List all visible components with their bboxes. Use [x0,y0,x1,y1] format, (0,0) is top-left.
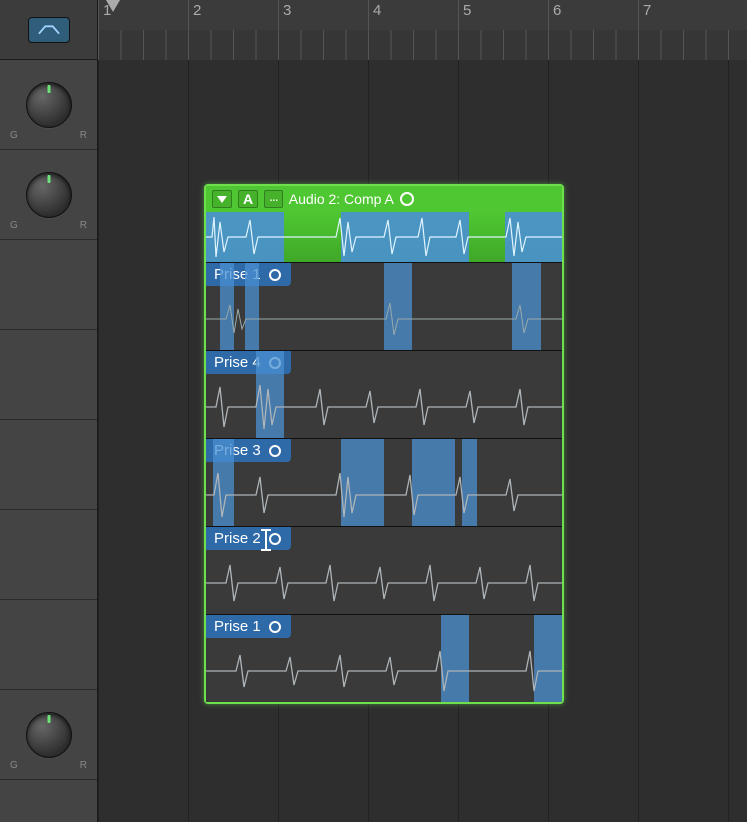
waveform-icon [206,555,562,611]
take-lane[interactable]: Prise 4 [206,350,562,438]
take-lane[interactable]: Prise 1 [206,614,562,702]
take-label[interactable]: Prise 2 [206,527,291,550]
take-name: Prise 2 [214,530,261,547]
region-title: Audio 2: Comp A [289,191,394,207]
waveform-icon [206,379,562,435]
comp-select-button[interactable]: A [238,190,258,208]
loop-icon[interactable] [269,269,281,281]
track-slot[interactable] [0,240,97,330]
loop-icon[interactable] [269,533,281,545]
region-header[interactable]: A ∙∙∙ Audio 2: Comp A [206,186,562,212]
track-slot[interactable] [0,330,97,420]
track-slot[interactable]: G R [0,150,97,240]
dots-icon: ∙∙∙ [269,191,278,207]
ruler-number: 5 [458,0,548,30]
knob-label-right: R [80,760,87,771]
disclosure-triangle-button[interactable] [212,190,232,208]
timeline-ruler[interactable]: 1 2 3 4 5 6 7 [98,0,747,60]
waveform-icon [206,467,562,523]
take-name: Prise 1 [214,618,261,635]
take-lane[interactable]: Prise 2 [206,526,562,614]
knob-label-left: G [10,760,18,771]
gutter-top-cell [0,0,97,60]
ruler-bar-numbers: 1 2 3 4 5 6 7 [98,0,747,30]
ruler-number: 6 [548,0,638,30]
take-lane[interactable]: Prise 3 [206,438,562,526]
take-label[interactable]: Prise 1 [206,615,291,638]
knob-label-left: G [10,130,18,141]
take-name: Prise 4 [214,354,261,371]
arrange-area[interactable]: A ∙∙∙ Audio 2: Comp A Prise 1 [98,60,747,822]
ruler-number: 1 [98,0,188,30]
pan-knob[interactable] [26,82,72,128]
ruler-number: 4 [368,0,458,30]
waveform-icon [206,212,562,262]
pan-knob[interactable] [26,172,72,218]
track-slot[interactable] [0,600,97,690]
loop-icon[interactable] [269,445,281,457]
waveform-icon [206,291,562,347]
ruler-number: 2 [188,0,278,30]
comp-letter-label: A [243,191,253,207]
automation-toggle-button[interactable] [28,17,70,43]
track-slot[interactable]: G R [0,60,97,150]
comp-summary-lane[interactable] [206,212,562,262]
ruler-subticks [98,30,747,60]
knob-label-right: R [80,220,87,231]
ruler-number: 7 [638,0,728,30]
loop-icon[interactable] [400,192,414,206]
pan-knob[interactable] [26,712,72,758]
automation-curve-icon [38,23,60,37]
knob-label-right: R [80,130,87,141]
knob-label-left: G [10,220,18,231]
waveform-icon [206,643,562,699]
take-lane[interactable]: Prise 1 [206,262,562,350]
ruler-number: 3 [278,0,368,30]
track-slot[interactable]: G R [0,690,97,780]
loop-icon[interactable] [269,621,281,633]
track-header-gutter: G R G R G R [0,0,98,822]
comp-region[interactable]: A ∙∙∙ Audio 2: Comp A Prise 1 [204,184,564,704]
track-slot[interactable] [0,510,97,600]
quick-swipe-button[interactable]: ∙∙∙ [264,190,283,208]
track-slot[interactable] [0,420,97,510]
triangle-down-icon [217,196,227,203]
